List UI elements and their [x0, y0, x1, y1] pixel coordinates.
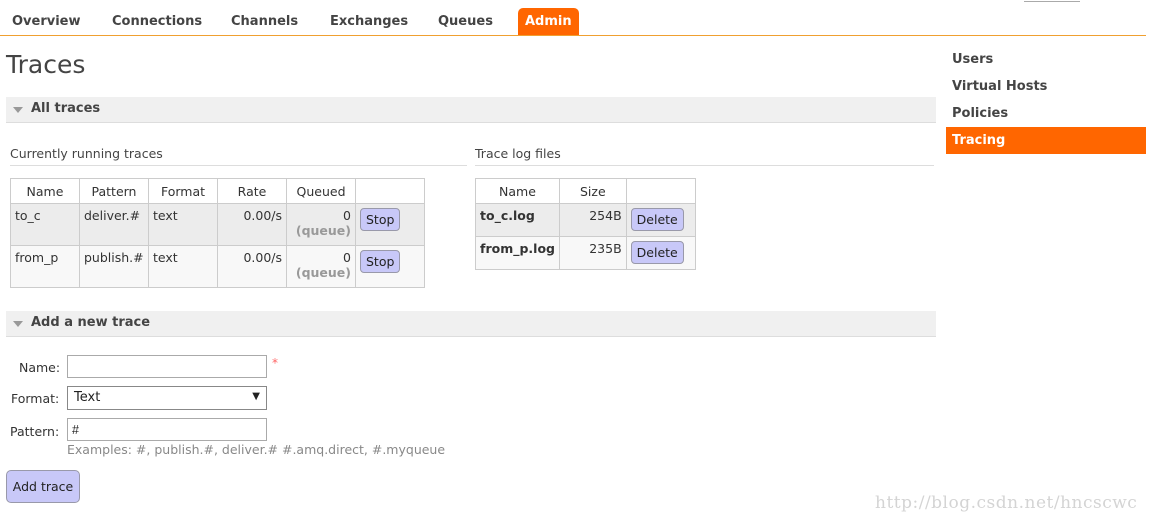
- trace-queued: 0 (queue): [286, 203, 356, 246]
- format-selected-value: Text: [74, 390, 101, 405]
- trace-pattern-input[interactable]: [67, 418, 267, 441]
- sidebar-item-users[interactable]: Users: [946, 46, 1146, 73]
- col-actions: [355, 178, 425, 204]
- log-file-size: 254B: [558, 203, 627, 237]
- user-info-stub: [1024, 0, 1080, 2]
- col-queued: Queued: [286, 178, 356, 204]
- queued-count: 0: [343, 208, 351, 223]
- tab-connections[interactable]: Connections: [112, 8, 202, 35]
- table-row: to_c deliver.# text 0.00/s 0 (queue) Sto…: [10, 203, 425, 246]
- trace-pattern: deliver.#: [79, 203, 149, 246]
- queue-link[interactable]: (queue): [291, 265, 351, 280]
- stop-trace-button[interactable]: Stop: [360, 208, 401, 231]
- pattern-label: Pattern:: [10, 424, 60, 439]
- col-log-actions: [625, 178, 697, 204]
- trace-log-files-table: Name Size to_c.log 254B Delete from_p.lo…: [475, 178, 697, 270]
- tab-channels[interactable]: Channels: [231, 8, 298, 35]
- format-select[interactable]: Text ▼: [67, 386, 267, 410]
- running-traces-table: Name Pattern Format Rate Queued to_c del…: [10, 178, 425, 288]
- sidebar-item-tracing[interactable]: Tracing: [946, 127, 1146, 154]
- name-label: Name:: [19, 360, 61, 375]
- stop-trace-button[interactable]: Stop: [360, 250, 401, 273]
- trace-queued: 0 (queue): [286, 245, 356, 288]
- col-log-name: Name: [475, 178, 560, 204]
- tab-admin[interactable]: Admin: [518, 8, 579, 35]
- section-add-trace-title: Add a new trace: [31, 315, 151, 330]
- table-row: from_p publish.# text 0.00/s 0 (queue) S…: [10, 245, 425, 288]
- log-file-size: 235B: [558, 236, 627, 270]
- collapse-triangle-icon: [13, 107, 23, 113]
- add-trace-button[interactable]: Add trace: [6, 470, 80, 503]
- col-name: Name: [10, 178, 80, 204]
- trace-actions: Stop: [355, 245, 425, 288]
- trace-rate: 0.00/s: [217, 203, 287, 246]
- delete-log-button[interactable]: Delete: [630, 208, 684, 231]
- pattern-examples-hint: Examples: #, publish.#, deliver.# #.amq.…: [67, 442, 446, 457]
- table-header-row: Name Pattern Format Rate Queued: [10, 178, 425, 204]
- col-log-size: Size: [558, 178, 627, 204]
- required-marker: *: [272, 356, 278, 370]
- trace-format: text: [148, 245, 218, 288]
- collapse-triangle-icon: [13, 321, 23, 327]
- delete-log-button[interactable]: Delete: [630, 241, 684, 264]
- queue-link[interactable]: (queue): [291, 223, 351, 238]
- table-header-row: Name Size: [475, 178, 697, 204]
- col-format: Format: [148, 178, 218, 204]
- page-title: Traces: [6, 50, 86, 79]
- tab-overview[interactable]: Overview: [12, 8, 81, 35]
- watermark: http://blog.csdn.net/hncscwc: [875, 493, 1138, 513]
- table-row: to_c.log 254B Delete: [475, 203, 697, 237]
- trace-name-input[interactable]: [67, 355, 267, 378]
- sidebar-item-virtual-hosts[interactable]: Virtual Hosts: [946, 73, 1146, 100]
- log-file-link[interactable]: to_c.log: [475, 203, 560, 237]
- trace-name: from_p: [10, 245, 80, 288]
- tab-exchanges[interactable]: Exchanges: [330, 8, 408, 35]
- tab-queues[interactable]: Queues: [438, 8, 493, 35]
- sidebar-item-policies[interactable]: Policies: [946, 100, 1146, 127]
- trace-actions: Stop: [355, 203, 425, 246]
- trace-format: text: [148, 203, 218, 246]
- log-actions: Delete: [625, 203, 697, 237]
- section-all-traces-header[interactable]: All traces: [6, 97, 936, 123]
- section-all-traces-title: All traces: [31, 101, 101, 116]
- trace-pattern: publish.#: [79, 245, 149, 288]
- table-row: from_p.log 235B Delete: [475, 236, 697, 270]
- dropdown-arrow-icon: ▼: [252, 391, 260, 402]
- format-label: Format:: [11, 391, 60, 406]
- log-file-link[interactable]: from_p.log: [475, 236, 560, 270]
- log-actions: Delete: [625, 236, 697, 270]
- running-traces-title: Currently running traces: [10, 146, 467, 166]
- section-add-trace-header[interactable]: Add a new trace: [6, 311, 936, 337]
- queued-count: 0: [343, 250, 351, 265]
- col-pattern: Pattern: [79, 178, 149, 204]
- trace-log-files-title: Trace log files: [475, 146, 934, 166]
- trace-name: to_c: [10, 203, 80, 246]
- col-rate: Rate: [217, 178, 287, 204]
- top-nav: Overview Connections Channels Exchanges …: [0, 0, 1146, 36]
- trace-rate: 0.00/s: [217, 245, 287, 288]
